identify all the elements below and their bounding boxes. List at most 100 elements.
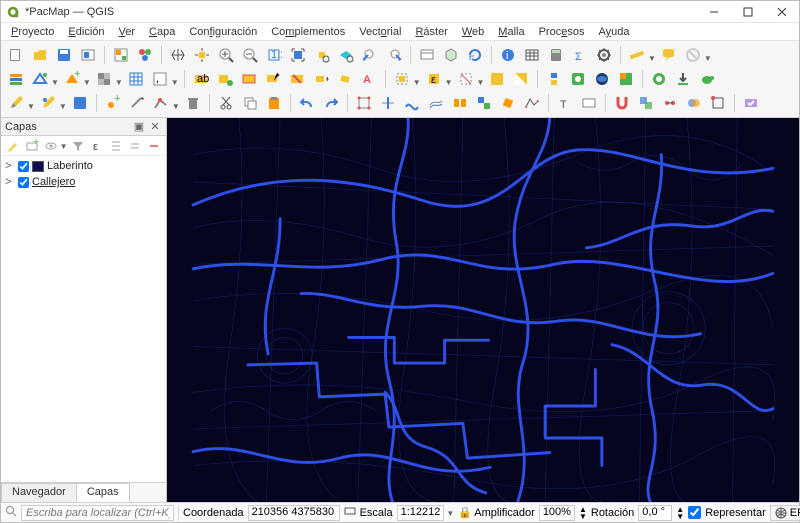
dropdown-icon[interactable]: ▼ bbox=[115, 78, 123, 87]
menu-capa[interactable]: Capa bbox=[143, 25, 181, 39]
add-delimited-text-icon[interactable]: , bbox=[149, 68, 171, 90]
locator-input[interactable] bbox=[21, 505, 174, 521]
topological-nodes-icon[interactable] bbox=[659, 92, 681, 114]
redo-icon[interactable] bbox=[320, 92, 342, 114]
snapping-icon[interactable] bbox=[611, 92, 633, 114]
identify-icon[interactable]: i bbox=[497, 44, 519, 66]
select-all-icon[interactable] bbox=[486, 68, 508, 90]
dropdown-icon[interactable]: ▼ bbox=[60, 142, 68, 151]
style-manager-icon[interactable] bbox=[134, 44, 156, 66]
select-by-expression-icon[interactable]: ε bbox=[423, 68, 445, 90]
menu-edicion[interactable]: Edición bbox=[62, 25, 110, 39]
digitize-advanced-icon[interactable] bbox=[353, 92, 375, 114]
zoom-in-icon[interactable] bbox=[215, 44, 237, 66]
statistics-icon[interactable]: Σ bbox=[569, 44, 591, 66]
menu-web[interactable]: Web bbox=[456, 25, 490, 39]
new-map-view-icon[interactable] bbox=[416, 44, 438, 66]
layer-visibility-checkbox[interactable] bbox=[18, 177, 29, 188]
dropdown-icon[interactable]: ▼ bbox=[59, 102, 67, 111]
field-calculator-icon[interactable] bbox=[545, 44, 567, 66]
lock-scale-icon[interactable]: 🔒 bbox=[458, 506, 470, 519]
filter-legend-icon[interactable] bbox=[70, 137, 87, 155]
menu-configuracion[interactable]: Configuración bbox=[183, 25, 263, 39]
layer-visibility-checkbox[interactable] bbox=[18, 161, 29, 172]
menu-procesos[interactable]: Procesos bbox=[533, 25, 591, 39]
refresh-icon[interactable] bbox=[464, 44, 486, 66]
tab-capas[interactable]: Capas bbox=[76, 483, 130, 502]
menu-raster[interactable]: Ráster bbox=[409, 25, 453, 39]
change-label-icon[interactable]: A bbox=[358, 68, 380, 90]
spinner-icon[interactable]: ▲▼ bbox=[579, 506, 587, 520]
tab-navegador[interactable]: Navegador bbox=[1, 483, 77, 502]
dropdown-icon[interactable]: ▼ bbox=[704, 54, 712, 63]
new-project-icon[interactable] bbox=[5, 44, 27, 66]
measure-line-icon[interactable] bbox=[626, 44, 648, 66]
menu-complementos[interactable]: Complementos bbox=[265, 25, 351, 39]
rotate-label-icon[interactable] bbox=[334, 68, 356, 90]
add-vector-layer-icon[interactable]: + bbox=[61, 68, 83, 90]
open-table-icon[interactable] bbox=[521, 44, 543, 66]
coord-input[interactable]: 210356 4375830 bbox=[248, 505, 340, 521]
new-3d-view-icon[interactable] bbox=[440, 44, 462, 66]
menu-malla[interactable]: Malla bbox=[492, 25, 530, 39]
zoom-full-icon[interactable] bbox=[287, 44, 309, 66]
select-features-icon[interactable] bbox=[391, 68, 413, 90]
show-hide-labels-icon[interactable] bbox=[286, 68, 308, 90]
new-print-layout-icon[interactable] bbox=[77, 44, 99, 66]
undock-icon[interactable]: ▣ bbox=[132, 120, 146, 134]
scale-input[interactable]: 1:12212 bbox=[397, 505, 445, 521]
layer-item-laberinto[interactable]: > Laberinto bbox=[5, 158, 162, 174]
undo-icon[interactable] bbox=[296, 92, 318, 114]
crs-button[interactable]: EPSG:25830 bbox=[770, 505, 800, 521]
open-project-icon[interactable] bbox=[29, 44, 51, 66]
copy-features-icon[interactable] bbox=[239, 92, 261, 114]
reshape-icon[interactable] bbox=[401, 92, 423, 114]
rotate-feature-icon[interactable] bbox=[497, 92, 519, 114]
simplify-icon[interactable] bbox=[521, 92, 543, 114]
trim-extend-icon[interactable] bbox=[377, 92, 399, 114]
move-feature-icon[interactable] bbox=[126, 92, 148, 114]
new-vector-layer-icon[interactable] bbox=[29, 68, 51, 90]
maptips-icon[interactable] bbox=[658, 44, 680, 66]
dropdown-icon[interactable]: ▼ bbox=[83, 78, 91, 87]
pan-icon[interactable] bbox=[167, 44, 189, 66]
expression-filter-icon[interactable]: ε bbox=[88, 137, 105, 155]
save-project-icon[interactable] bbox=[53, 44, 75, 66]
move-label-icon[interactable] bbox=[310, 68, 332, 90]
paste-features-icon[interactable] bbox=[263, 92, 285, 114]
zoom-next-icon[interactable] bbox=[383, 44, 405, 66]
vertex-tool-icon[interactable] bbox=[150, 92, 172, 114]
dropdown-icon[interactable]: ▼ bbox=[27, 102, 35, 111]
split-icon[interactable] bbox=[449, 92, 471, 114]
map-canvas[interactable] bbox=[167, 118, 799, 502]
invert-selection-icon[interactable] bbox=[510, 68, 532, 90]
layout-manager-icon[interactable] bbox=[110, 44, 132, 66]
expand-all-icon[interactable] bbox=[107, 137, 124, 155]
spinner-icon[interactable]: ▲▼ bbox=[676, 506, 684, 520]
python-console-icon[interactable] bbox=[543, 68, 565, 90]
toggle-editing-icon[interactable] bbox=[5, 92, 27, 114]
zoom-to-selection-icon[interactable] bbox=[311, 44, 333, 66]
pan-to-selection-icon[interactable] bbox=[191, 44, 213, 66]
deselect-all-icon[interactable] bbox=[455, 68, 477, 90]
add-mesh-layer-icon[interactable] bbox=[125, 68, 147, 90]
menu-proyecto[interactable]: Proyecto bbox=[5, 25, 60, 39]
maximize-button[interactable] bbox=[731, 1, 765, 23]
panel-close-icon[interactable]: ✕ bbox=[148, 120, 162, 134]
zoom-native-icon[interactable]: 1:1 bbox=[263, 44, 285, 66]
expander-icon[interactable]: > bbox=[5, 176, 15, 188]
topology-checker-icon[interactable] bbox=[740, 92, 762, 114]
plugin-ee-icon[interactable] bbox=[648, 68, 670, 90]
self-snapping-icon[interactable] bbox=[707, 92, 729, 114]
menu-ver[interactable]: Ver bbox=[113, 25, 142, 39]
current-edits-icon[interactable] bbox=[37, 92, 59, 114]
save-edits-icon[interactable] bbox=[69, 92, 91, 114]
plugin-download-icon[interactable] bbox=[672, 68, 694, 90]
topology-editing-icon[interactable] bbox=[635, 92, 657, 114]
layer-item-callejero[interactable]: > Callejero bbox=[5, 174, 162, 190]
data-source-manager-icon[interactable] bbox=[5, 68, 27, 90]
dropdown-icon[interactable]: ▼ bbox=[172, 102, 180, 111]
no-action-icon[interactable] bbox=[682, 44, 704, 66]
layer-tree[interactable]: > Laberinto > Callejero bbox=[1, 156, 166, 482]
label-highlight-icon[interactable] bbox=[238, 68, 260, 90]
